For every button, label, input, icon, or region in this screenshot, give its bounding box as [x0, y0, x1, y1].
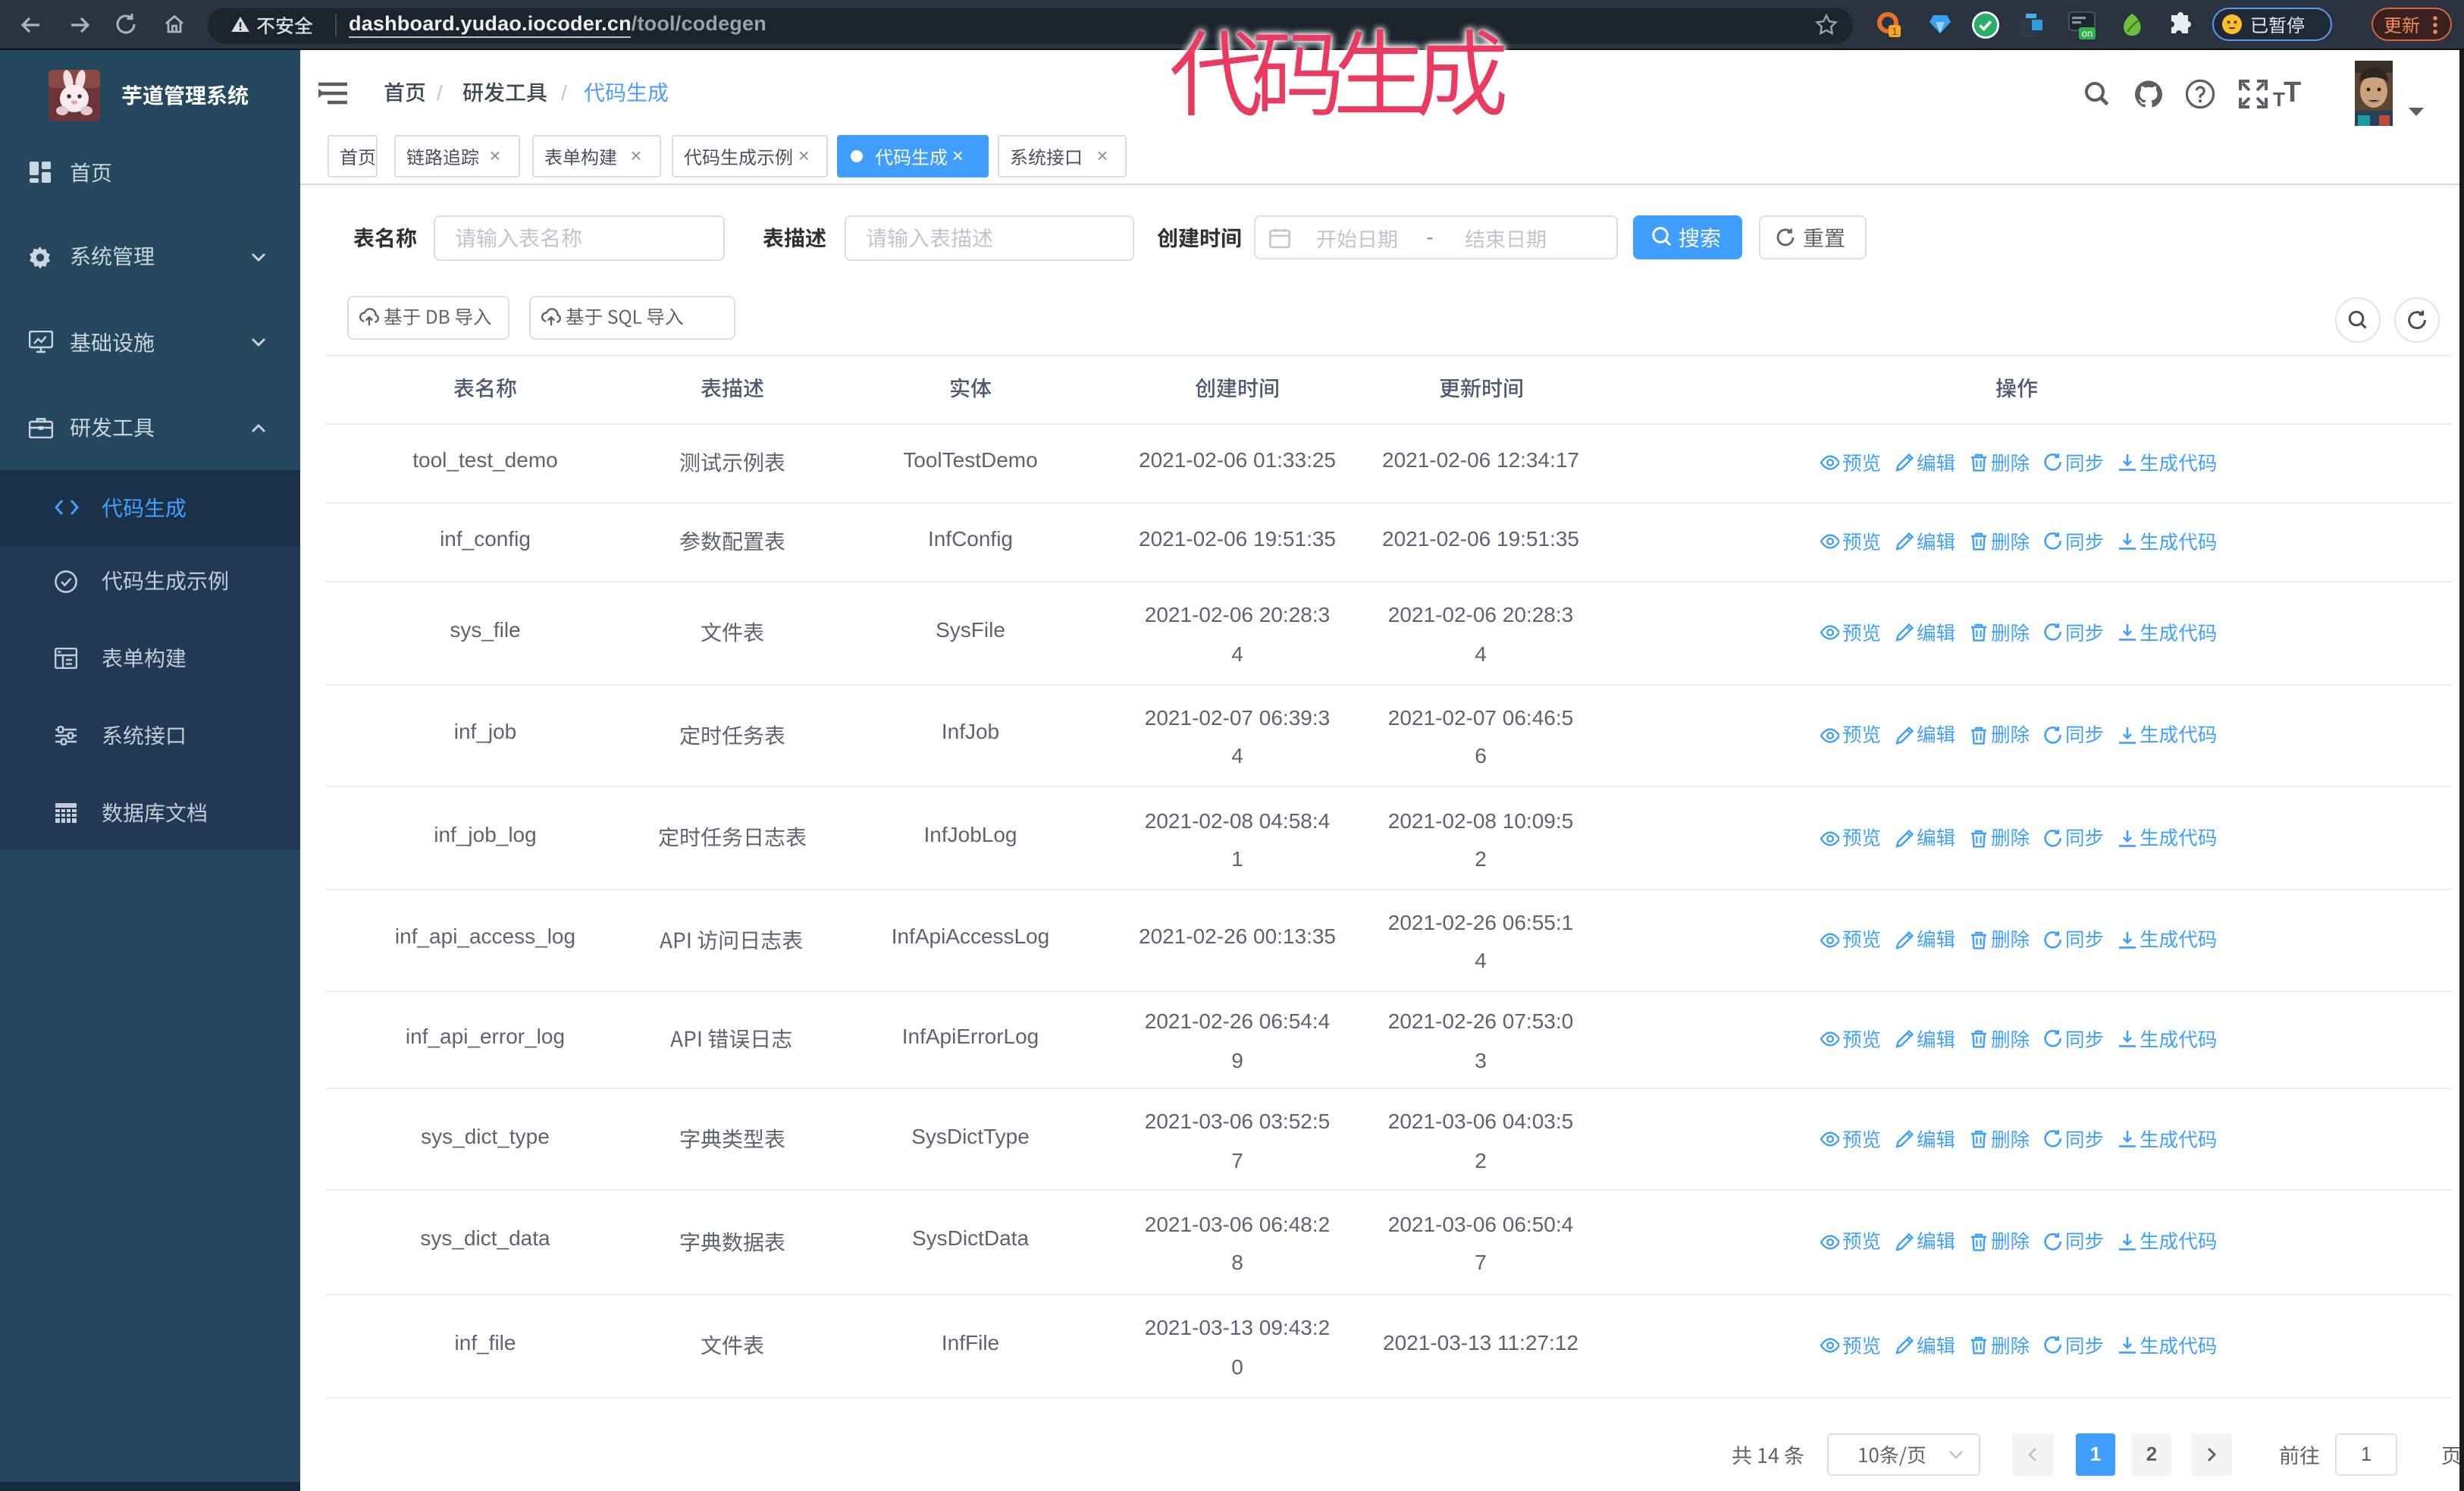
svg-text:on: on [2082, 27, 2093, 39]
svg-text:1: 1 [1892, 25, 1898, 37]
